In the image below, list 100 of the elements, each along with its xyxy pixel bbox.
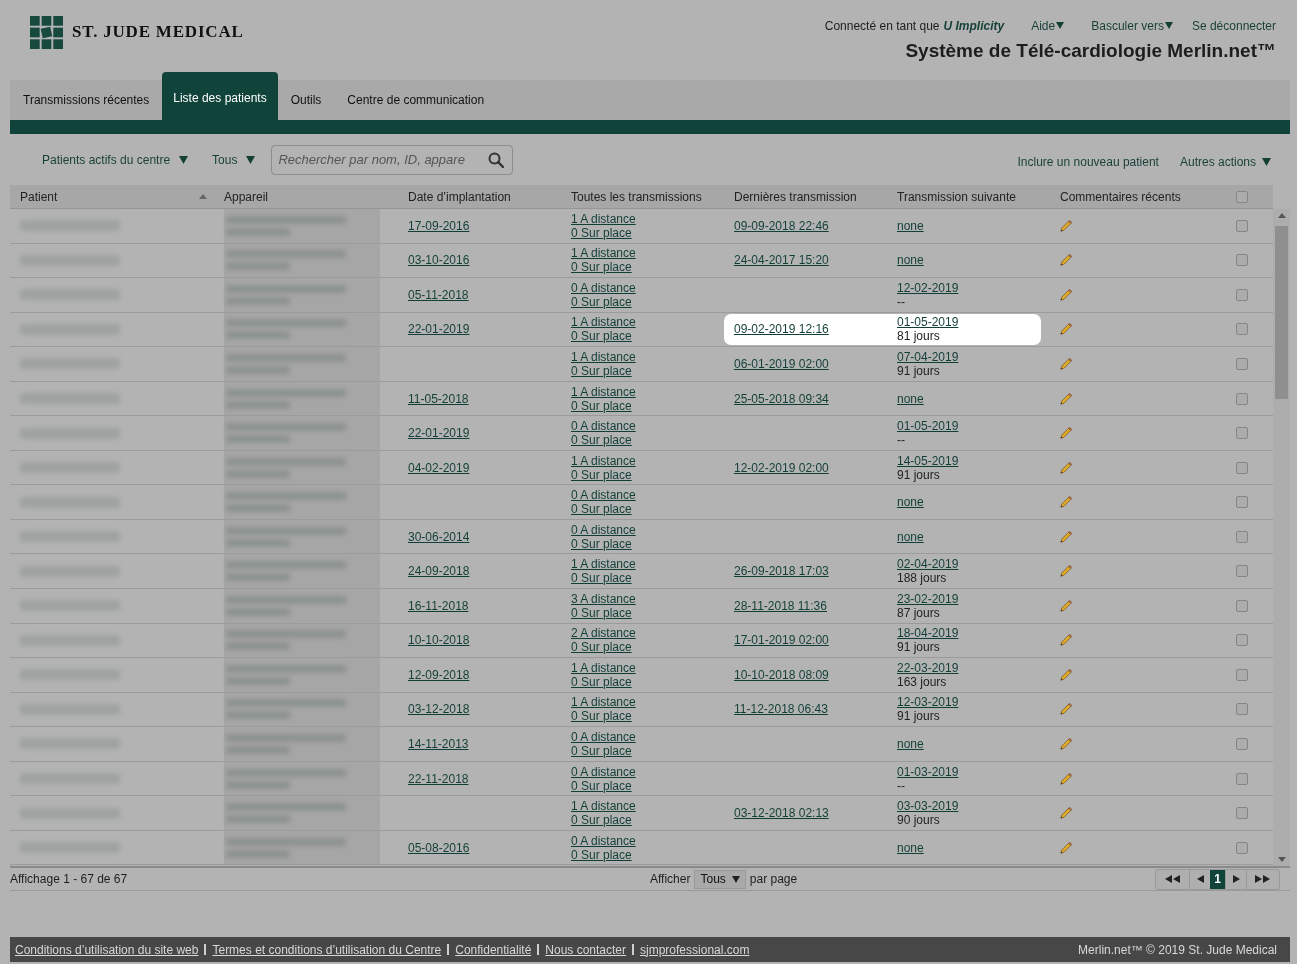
actions-menu[interactable]: Autres actions [1179,154,1271,169]
scroll-up-icon[interactable] [1277,213,1286,218]
row-checkbox[interactable] [1236,599,1248,612]
row-checkbox[interactable] [1236,427,1248,440]
remote-count-link[interactable]: 0 A distance [571,488,636,503]
remote-count-link[interactable]: 0 A distance [571,280,636,295]
column-header[interactable]: Transmission suivante [897,189,1016,204]
page-number-button[interactable]: 1 [1210,869,1225,889]
next-transmission-link[interactable]: 12-02-2019 [897,280,959,295]
onsite-count-link[interactable]: 0 Sur place [571,398,632,413]
last-transmission-link[interactable]: 17-01-2019 02:00 [734,633,829,648]
pencil-icon[interactable] [1060,565,1072,578]
implant-date-link[interactable]: 05-08-2016 [408,840,470,855]
onsite-count-link[interactable]: 0 Sur place [571,502,632,517]
page-size-select[interactable]: Tous [694,869,746,889]
next-transmission-link[interactable]: 01-05-2019 [897,315,959,330]
row-checkbox[interactable] [1236,357,1248,370]
footer-link[interactable]: Termes et conditions d’utilisation du Centre [212,942,442,957]
tab[interactable]: Transmissions récentes [10,80,163,120]
next-transmission-link[interactable]: none [897,736,924,751]
onsite-count-link[interactable]: 0 Sur place [571,778,632,793]
filter-dropdown[interactable]: Tous [212,152,256,167]
onsite-count-link[interactable]: 0 Sur place [571,225,632,240]
column-header[interactable]: Date d’implantation [408,189,511,204]
onsite-count-link[interactable]: 0 Sur place [571,674,632,689]
remote-count-link[interactable]: 1 A distance [571,315,636,330]
pencil-icon[interactable] [1060,772,1072,785]
column-header[interactable]: Toutes les transmissions [571,189,702,204]
tab[interactable]: Liste des patients [162,72,278,120]
remote-count-link[interactable]: 1 A distance [571,453,636,468]
next-transmission-link[interactable]: none [897,495,924,510]
implant-date-link[interactable]: 17-09-2016 [408,218,470,233]
last-transmission-link[interactable]: 12-02-2019 02:00 [734,460,829,475]
row-checkbox[interactable] [1236,772,1248,785]
pencil-icon[interactable] [1060,392,1072,405]
row-checkbox[interactable] [1236,703,1248,716]
pencil-icon[interactable] [1060,496,1072,509]
footer-link[interactable]: Confidentialité [455,942,532,957]
last-transmission-link[interactable]: 03-12-2018 02:13 [734,806,829,821]
pencil-icon[interactable] [1060,634,1072,647]
next-transmission-link[interactable]: none [897,529,924,544]
remote-count-link[interactable]: 1 A distance [571,660,636,675]
pencil-icon[interactable] [1060,254,1072,267]
menu-link[interactable]: Aide [1031,18,1065,33]
add-patient-link[interactable]: Inclure un nouveau patient [1017,154,1159,169]
filter-dropdown[interactable]: Patients actifs du centre [42,152,189,167]
implant-date-link[interactable]: 24-09-2018 [408,564,470,579]
pencil-icon[interactable] [1060,357,1072,370]
pencil-icon[interactable] [1060,427,1072,440]
onsite-count-link[interactable]: 0 Sur place [571,536,632,551]
scrollbar-thumb[interactable] [1275,226,1288,399]
implant-date-link[interactable]: 22-01-2019 [408,426,470,441]
last-transmission-link[interactable]: 09-02-2019 12:16 [734,322,829,337]
onsite-count-link[interactable]: 0 Sur place [571,294,632,309]
remote-count-link[interactable]: 0 A distance [571,833,636,848]
tab[interactable]: Centre de communication [334,80,498,120]
last-transmission-link[interactable]: 26-09-2018 17:03 [734,564,829,579]
pencil-icon[interactable] [1060,807,1072,820]
implant-date-link[interactable]: 05-11-2018 [408,287,469,302]
onsite-count-link[interactable]: 0 Sur place [571,743,632,758]
row-checkbox[interactable] [1236,634,1248,647]
column-header[interactable]: Dernières transmission [734,189,857,204]
sort-ascending-icon[interactable] [199,194,207,199]
last-transmission-link[interactable]: 24-04-2017 15:20 [734,253,829,268]
remote-count-link[interactable]: 1 A distance [571,211,636,226]
next-transmission-link[interactable]: 03-03-2019 [897,799,959,814]
remote-count-link[interactable]: 2 A distance [571,626,636,641]
remote-count-link[interactable]: 1 A distance [571,695,636,710]
row-checkbox[interactable] [1236,323,1248,336]
remote-count-link[interactable]: 1 A distance [571,349,636,364]
row-checkbox[interactable] [1236,530,1248,543]
row-checkbox[interactable] [1236,219,1248,232]
next-transmission-link[interactable]: 02-04-2019 [897,557,959,572]
row-checkbox[interactable] [1236,461,1248,474]
onsite-count-link[interactable]: 0 Sur place [571,467,632,482]
pencil-icon[interactable] [1060,323,1072,336]
last-transmission-link[interactable]: 06-01-2019 02:00 [734,356,829,371]
onsite-count-link[interactable]: 0 Sur place [571,813,632,828]
search-field[interactable]: Rechercher par nom, ID, appare [271,144,514,175]
menu-link[interactable]: Basculer vers [1091,18,1173,33]
remote-count-link[interactable]: 0 A distance [571,522,636,537]
onsite-count-link[interactable]: 0 Sur place [571,640,632,655]
remote-count-link[interactable]: 0 A distance [571,764,636,779]
pencil-icon[interactable] [1060,461,1072,474]
implant-date-link[interactable]: 12-09-2018 [408,667,470,682]
pencil-icon[interactable] [1060,737,1072,750]
row-checkbox[interactable] [1236,392,1248,405]
row-checkbox[interactable] [1236,565,1248,578]
pencil-icon[interactable] [1060,841,1072,854]
row-checkbox[interactable] [1236,841,1248,854]
onsite-count-link[interactable]: 0 Sur place [571,847,632,862]
remote-count-link[interactable]: 3 A distance [571,591,636,606]
next-transmission-link[interactable]: none [897,840,924,855]
remote-count-link[interactable]: 0 A distance [571,729,636,744]
column-header[interactable]: Commentaires récents [1060,189,1181,204]
pencil-icon[interactable] [1060,288,1072,301]
pencil-icon[interactable] [1060,530,1072,543]
search-icon[interactable] [488,151,505,168]
implant-date-link[interactable]: 30-06-2014 [408,529,470,544]
onsite-count-link[interactable]: 0 Sur place [571,329,632,344]
